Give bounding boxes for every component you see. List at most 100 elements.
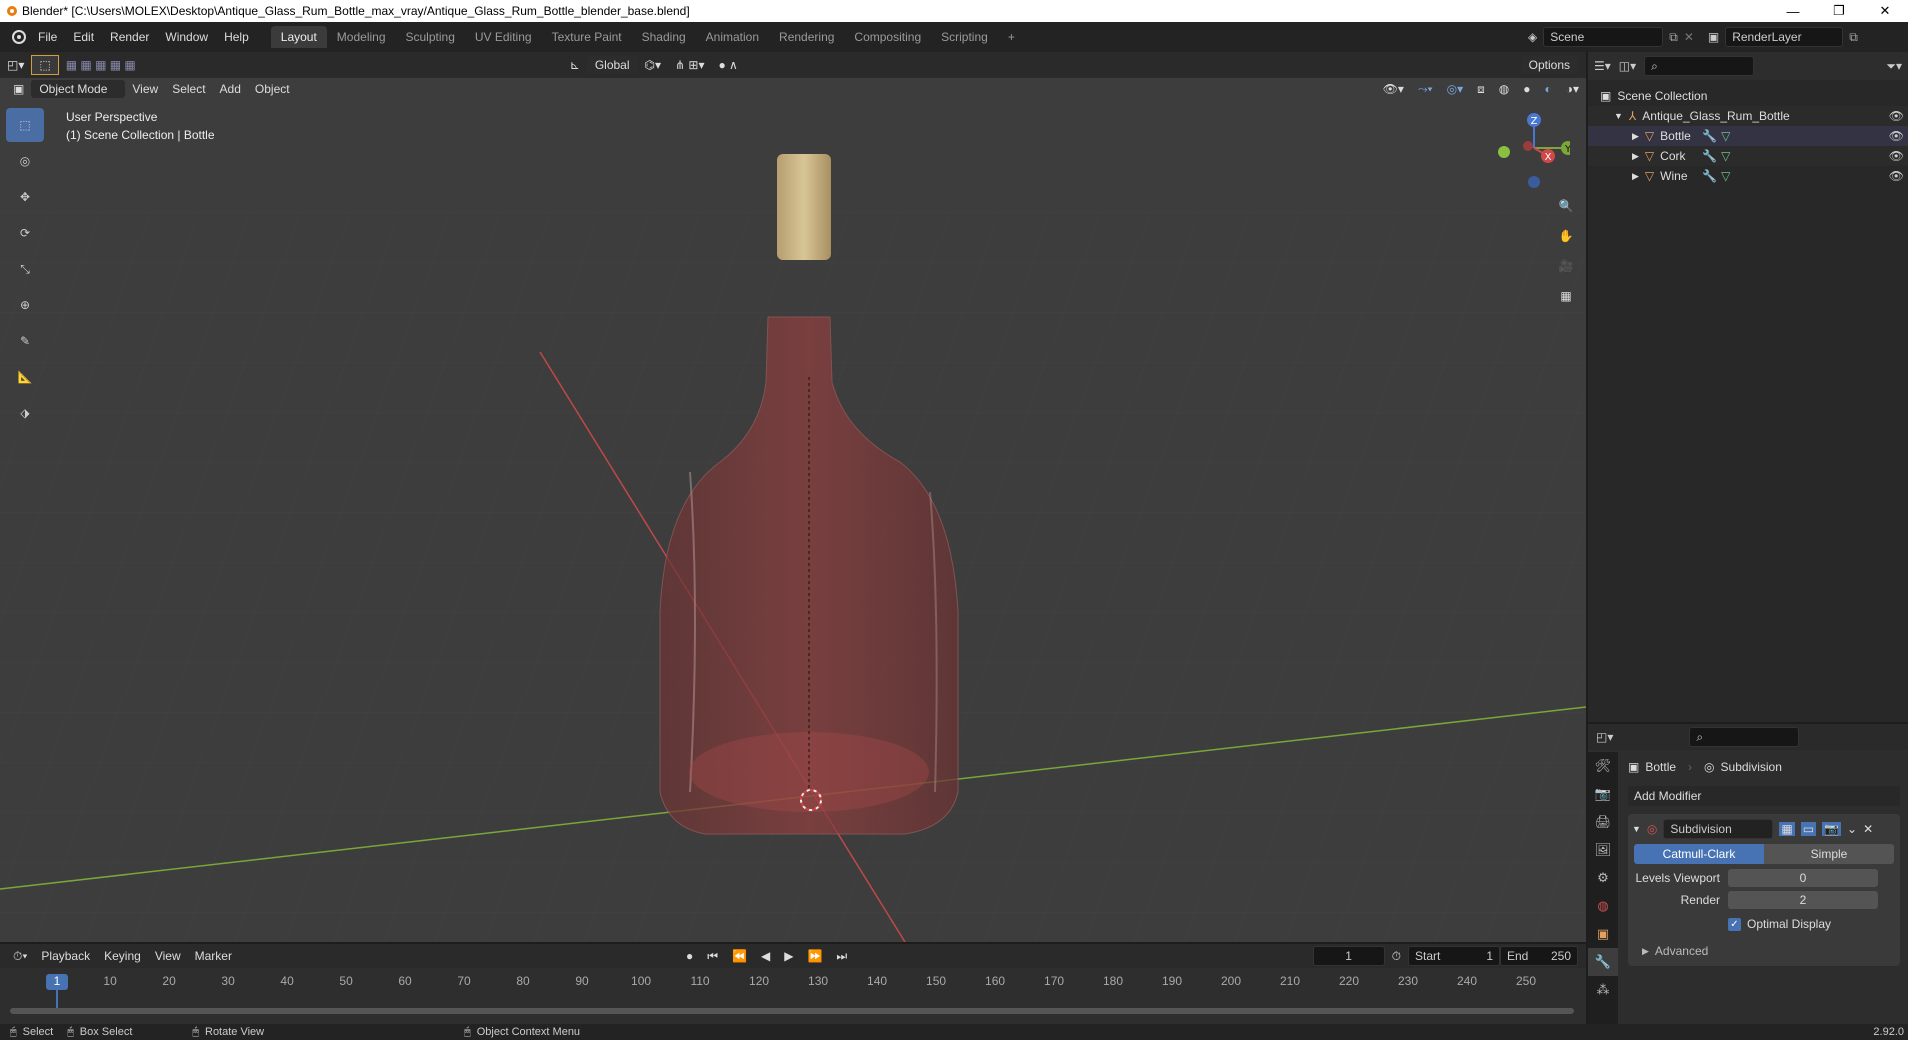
advanced-subpanel[interactable]: ▶ Advanced [1628, 942, 1900, 960]
particles-tab-icon[interactable]: ⁂ [1588, 976, 1618, 1004]
tab-modeling[interactable]: Modeling [327, 26, 396, 48]
timeline-menu-view[interactable]: View [148, 947, 188, 965]
shading-material-icon[interactable]: ◐ [1537, 80, 1558, 98]
cork-object[interactable] [777, 154, 831, 260]
viewport-scene[interactable] [0, 52, 1586, 942]
eye-icon[interactable]: 👁 [1889, 109, 1904, 123]
snap-icon[interactable]: ⋔ ⊞▾ [668, 56, 711, 74]
menu-edit[interactable]: Edit [65, 30, 102, 44]
outliner-scene-collection[interactable]: ▣ Scene Collection [1588, 86, 1908, 106]
menu-file[interactable]: File [30, 30, 65, 44]
outliner-search-input[interactable]: ⌕ [1644, 56, 1755, 76]
render-levels-field[interactable]: 2 [1728, 891, 1878, 909]
render-layer-new-icon[interactable]: ⧉ [1849, 30, 1858, 45]
menu-select[interactable]: Select [165, 80, 212, 98]
render-tab-icon[interactable]: 📷 [1588, 780, 1618, 808]
eye-icon[interactable]: 👁 [1889, 149, 1904, 163]
tab-scripting[interactable]: Scripting [931, 26, 998, 48]
navigation-gizmo[interactable]: Z Y X [1490, 108, 1575, 188]
timeline-menu-playback[interactable]: Playback [34, 947, 97, 965]
tab-animation[interactable]: Animation [696, 26, 769, 48]
zoom-icon[interactable]: 🔍 [1552, 192, 1580, 220]
expand-arrow-icon[interactable]: ▶ [1642, 946, 1649, 957]
gizmo-icon[interactable]: ⤳▾ [1411, 80, 1440, 99]
outliner-editor-icon[interactable]: ☰▾ [1594, 59, 1611, 73]
mesh-data-icon[interactable]: ▽ [1721, 129, 1730, 143]
3d-viewport[interactable] [0, 52, 1586, 942]
next-keyframe-icon[interactable]: ⏩ [800, 947, 829, 965]
shading-wireframe-icon[interactable]: ◍ [1492, 80, 1516, 98]
shading-solid-icon[interactable]: ● [1516, 80, 1537, 98]
simple-button[interactable]: Simple [1764, 844, 1894, 864]
restore-icon[interactable]: ❐ [1816, 0, 1862, 22]
select-box-tool-icon[interactable]: ⬚ [6, 108, 44, 142]
outliner-object-row[interactable]: ▶ ▽ Bottle 🔧 ▽ 👁 [1588, 126, 1908, 146]
output-tab-icon[interactable]: 🖨 [1588, 808, 1618, 836]
collapse-arrow-icon[interactable]: ▶ [1632, 171, 1639, 182]
shading-rendered-icon[interactable]: ◑▾ [1559, 80, 1586, 98]
menu-render[interactable]: Render [102, 30, 157, 44]
scale-tool-icon[interactable]: ⤡ [6, 252, 44, 286]
tab-sculpting[interactable]: Sculpting [396, 26, 465, 48]
overlay-icon[interactable]: ◎▾ [1440, 80, 1471, 98]
collapse-arrow-icon[interactable]: ▶ [1632, 131, 1639, 142]
tool-tab-icon[interactable]: 🛠 [1588, 752, 1618, 780]
tab-shading[interactable]: Shading [632, 26, 696, 48]
modifier-wrench-icon[interactable]: 🔧 [1702, 129, 1717, 143]
add-cube-tool-icon[interactable]: ⬗ [6, 396, 44, 430]
render-layer-icon[interactable]: ▣ [1708, 30, 1719, 44]
prev-keyframe-icon[interactable]: ⏪ [725, 947, 754, 965]
mode-dropdown[interactable]: Object Mode [31, 80, 126, 98]
eye-icon[interactable]: 👁 [1889, 169, 1904, 183]
menu-object[interactable]: Object [248, 80, 297, 98]
camera-view-icon[interactable]: 🎥 [1552, 252, 1580, 280]
catmull-clark-button[interactable]: Catmull-Clark [1634, 844, 1764, 864]
scene-new-icon[interactable]: ⧉ [1669, 30, 1678, 45]
close-icon[interactable]: ✕ [1862, 0, 1908, 22]
annotate-tool-icon[interactable]: ✎ [6, 324, 44, 358]
ortho-grid-icon[interactable]: ▦ [1552, 282, 1580, 310]
view-layer-tab-icon[interactable]: 🖼 [1588, 836, 1618, 864]
play-reverse-icon[interactable]: ◀ [754, 947, 777, 965]
xray-icon[interactable]: ⧈ [1470, 80, 1492, 99]
modifier-dropdown-icon[interactable]: ⌄ [1847, 822, 1857, 836]
minimize-icon[interactable]: — [1770, 0, 1816, 22]
display-mode-icon[interactable]: ◫▾ [1619, 59, 1636, 73]
measure-tool-icon[interactable]: 📐 [6, 360, 44, 394]
scene-icon[interactable]: ◈ [1528, 30, 1537, 44]
move-tool-icon[interactable]: ✥ [6, 180, 44, 214]
timeline-scrollbar[interactable] [10, 1008, 1574, 1014]
options-dropdown[interactable]: Options [1520, 56, 1578, 74]
optimal-display-checkbox[interactable]: ✓ [1728, 917, 1741, 931]
tab-layout[interactable]: Layout [270, 26, 327, 48]
tab-uv-editing[interactable]: UV Editing [465, 26, 542, 48]
proportional-edit-icon[interactable]: ● ∧ [711, 56, 744, 74]
tab-texture-paint[interactable]: Texture Paint [542, 26, 632, 48]
eye-icon[interactable]: 👁 [1889, 129, 1904, 143]
collapse-arrow-icon[interactable]: ▶ [1632, 151, 1639, 162]
editor-type-icon[interactable]: ◰▾ [0, 56, 31, 74]
record-icon[interactable]: ● [679, 947, 700, 965]
timeline-ruler[interactable]: 1 10 20 30 40 50 60 70 80 90 100 110 120 130 140 150 160… [0, 968, 1586, 1024]
outliner-collection-row[interactable]: ▼ ⅄ Antique_Glass_Rum_Bottle 👁 [1588, 106, 1908, 126]
modifier-wrench-icon[interactable]: 🔧 [1702, 149, 1717, 163]
gizmo-x-label[interactable]: X [1545, 152, 1552, 163]
levels-viewport-field[interactable]: 0 [1728, 869, 1878, 887]
menu-help[interactable]: Help [216, 30, 257, 44]
select-mode-icon[interactable]: ⬚ [31, 55, 59, 75]
filter-icon[interactable]: ⏷▾ [1886, 59, 1902, 74]
play-icon[interactable]: ▶ [777, 947, 800, 965]
scene-tab-icon[interactable]: ⚙ [1588, 864, 1618, 892]
menu-add[interactable]: Add [213, 80, 248, 98]
start-frame-field[interactable]: Start 1 [1408, 946, 1500, 966]
remove-modifier-icon[interactable]: ✕ [1863, 822, 1873, 836]
end-frame-field[interactable]: End 250 [1500, 946, 1578, 966]
visibility-icon[interactable]: 👁▾ [1376, 80, 1411, 98]
selection-mode-icons[interactable]: ▦ ▦ ▦ ▦ ▦ [59, 56, 143, 74]
gizmo-y-label[interactable]: Y [1564, 144, 1572, 155]
jump-start-icon[interactable]: ⏮ [700, 947, 725, 966]
outliner-object-row[interactable]: ▶ ▽ Cork 🔧 ▽ 👁 [1588, 146, 1908, 166]
properties-search-input[interactable]: ⌕ [1689, 727, 1800, 747]
modifier-tab-icon[interactable]: 🔧 [1588, 948, 1618, 976]
transform-tool-icon[interactable]: ⊕ [6, 288, 44, 322]
